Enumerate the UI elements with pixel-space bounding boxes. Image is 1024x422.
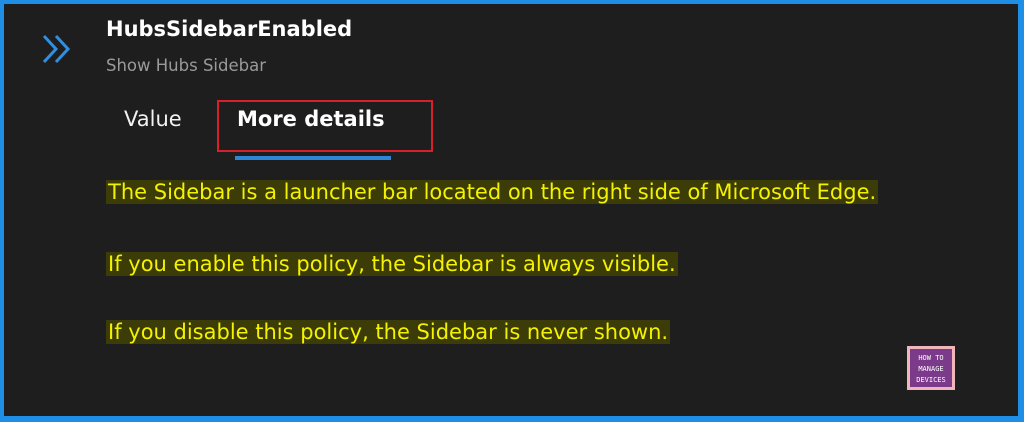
details-line-3: If you disable this policy, the Sidebar …: [106, 320, 671, 344]
policy-details-panel: HubsSidebarEnabled Show Hubs Sidebar Val…: [4, 4, 1018, 416]
double-chevron-right-icon[interactable]: [39, 30, 77, 68]
svg-text:HOW TO: HOW TO: [918, 354, 943, 362]
watermark-logo: HOW TO MANAGE DEVICES: [907, 346, 955, 390]
details-line-2-text: If you enable this policy, the Sidebar i…: [106, 252, 678, 276]
details-line-2: If you enable this policy, the Sidebar i…: [106, 252, 678, 276]
policy-subtitle: Show Hubs Sidebar: [106, 56, 266, 75]
policy-title: HubsSidebarEnabled: [106, 17, 353, 41]
details-line-1-text: The Sidebar is a launcher bar located on…: [106, 180, 879, 204]
tab-value[interactable]: Value: [124, 107, 182, 131]
svg-text:DEVICES: DEVICES: [916, 376, 946, 384]
details-line-3-text: If you disable this policy, the Sidebar …: [106, 320, 671, 344]
details-line-1: The Sidebar is a launcher bar located on…: [106, 180, 879, 204]
tab-highlight-box: [217, 100, 433, 152]
svg-text:MANAGE: MANAGE: [918, 365, 943, 373]
selected-tab-indicator: [235, 156, 391, 160]
